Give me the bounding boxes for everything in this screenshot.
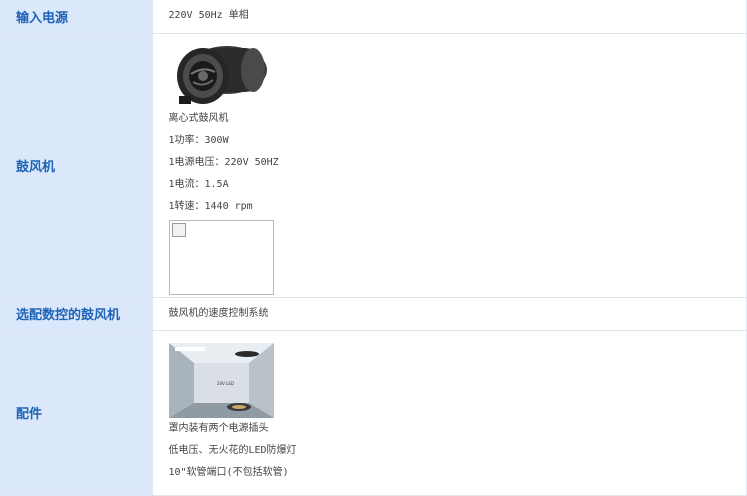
spec-table: 输入电源 220V 50Hz 单相 鼓风机 离心式鼓风机 1功率：300W 1电… [0, 0, 747, 496]
hood-interior-image: 24V LED [168, 343, 274, 418]
row-value-accessories: 24V LED 罩内装有两个电源插头 低电压、无火花的LED防爆灯 10"软管端… [151, 330, 747, 496]
broken-image-placeholder [168, 219, 274, 295]
spec-row-accessories: 配件 24V LED 罩内装有两个电源插头 低电压、无火花的LED防爆灯 10"… [0, 330, 747, 496]
broken-image-icon [171, 222, 186, 237]
row-label-blower: 鼓风机 [0, 33, 152, 298]
row-value-blower: 离心式鼓风机 1功率：300W 1电源电压：220V 50HZ 1电流：1.5A… [151, 33, 747, 298]
row-label-accessories: 配件 [0, 330, 152, 496]
row-value-cnc-blower: 鼓风机的速度控制系统 [151, 297, 747, 331]
blower-voltage-text: 1电源电压：220V 50HZ [168, 156, 279, 168]
spec-row-power: 输入电源 220V 50Hz 单相 [0, 0, 747, 34]
blower-speed-text: 1转速：1440 rpm [168, 200, 253, 212]
blower-current-text: 1电流：1.5A [168, 178, 229, 190]
accessory-sockets-text: 罩内装有两个电源插头 [168, 423, 269, 434]
row-label-power: 输入电源 [0, 0, 152, 34]
row-label-cnc-blower: 选配数控的鼓风机 [0, 297, 152, 331]
speed-control-text: 鼓风机的速度控制系统 [168, 307, 269, 319]
accessory-hose-text: 10"软管端口(不包括软管) [168, 467, 289, 478]
accessory-led-text: 低电压、无火花的LED防爆灯 [168, 445, 297, 456]
blower-type-text: 离心式鼓风机 [168, 112, 229, 124]
spec-row-blower: 鼓风机 离心式鼓风机 1功率：300W 1电源电压：220V 50HZ 1电流：… [0, 33, 747, 298]
power-spec-text: 220V 50Hz 单相 [168, 10, 249, 22]
row-value-power: 220V 50Hz 单相 [151, 0, 747, 34]
blower-fan-image [169, 40, 269, 108]
spec-row-cnc-blower: 选配数控的鼓风机 鼓风机的速度控制系统 [0, 297, 747, 331]
led-label-text: 24V LED [217, 381, 234, 386]
blower-power-text: 1功率：300W [168, 134, 229, 146]
